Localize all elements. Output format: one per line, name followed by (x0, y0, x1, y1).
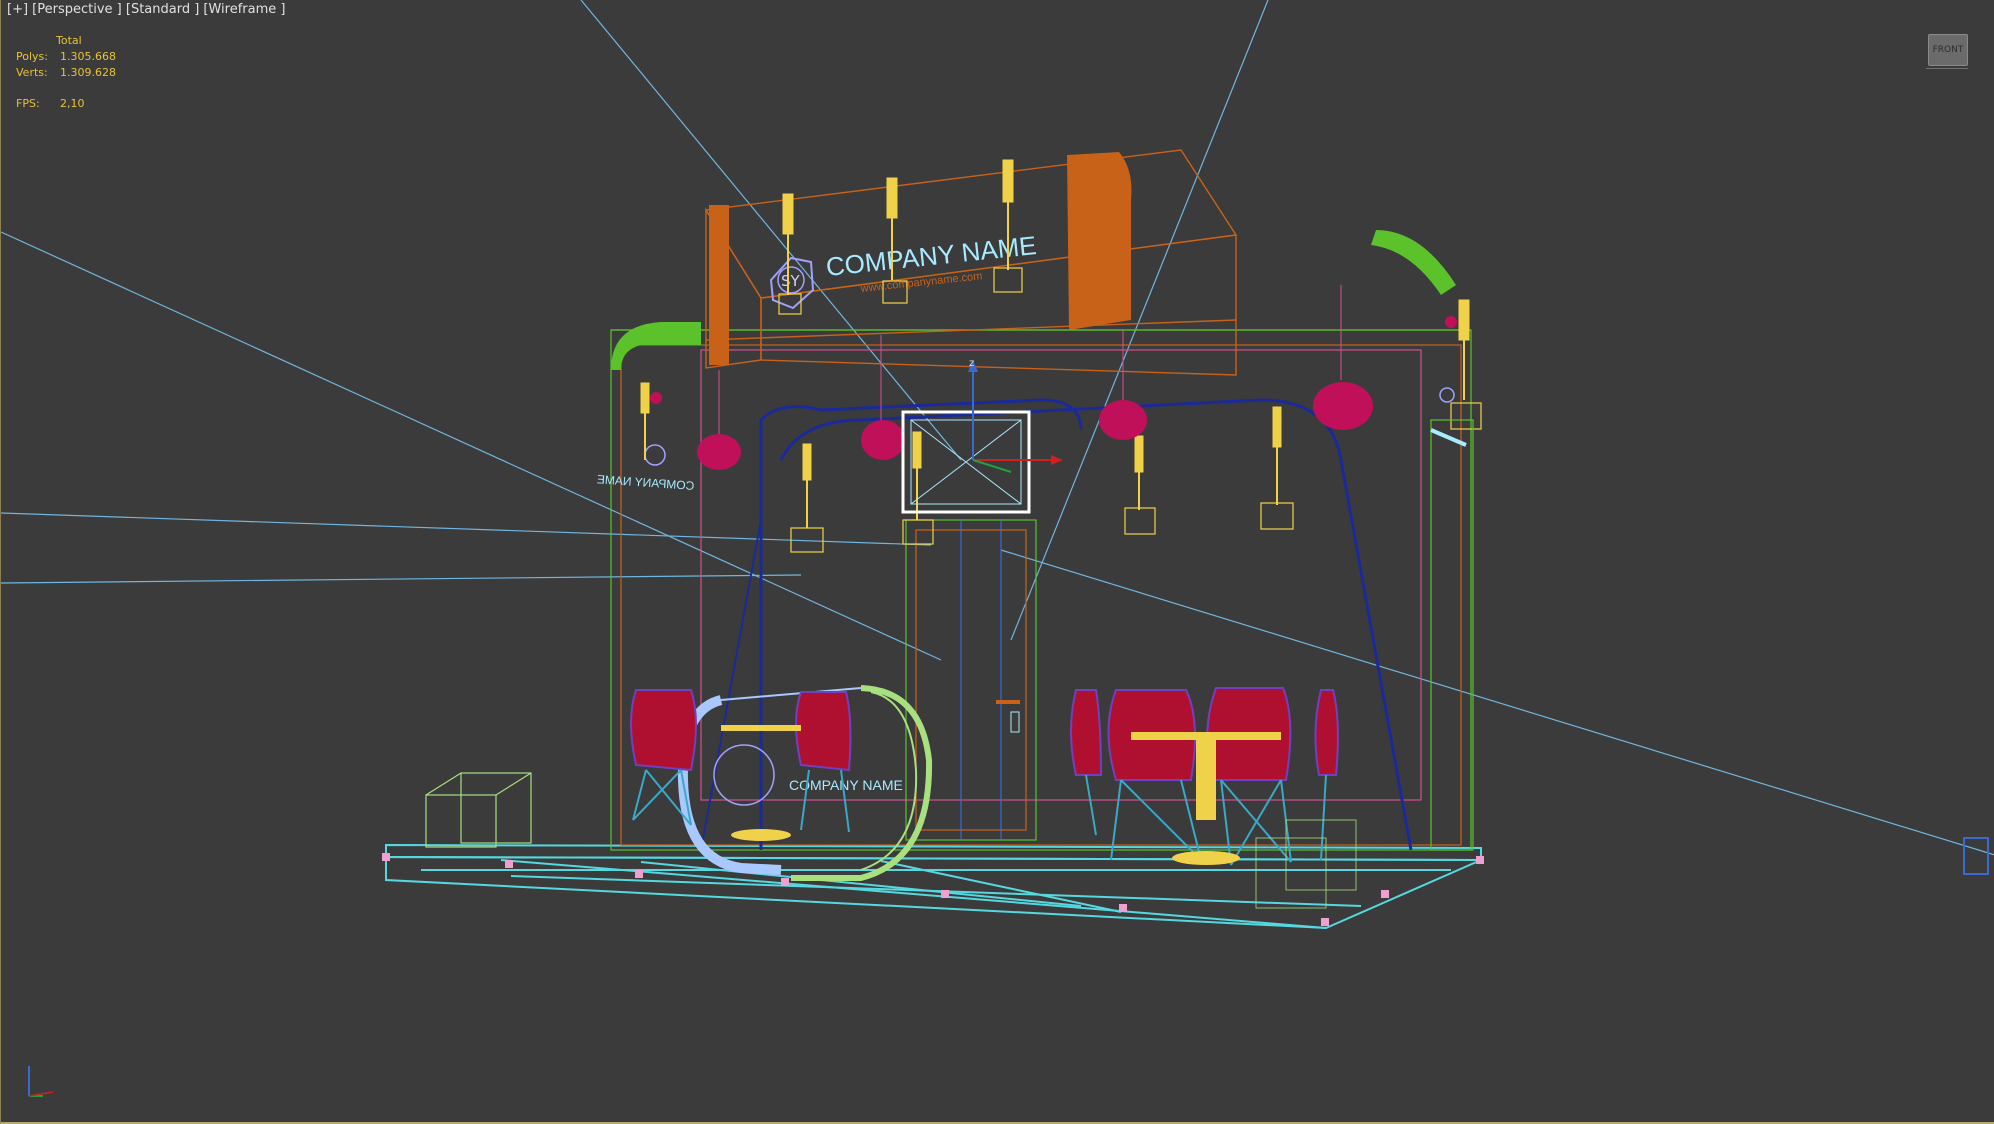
light-ray-lines (1, 0, 1994, 856)
gizmo-z-label: z (969, 358, 974, 369)
green-arch-right[interactable] (1371, 230, 1456, 295)
sign-company-name: COMPANY NAME (824, 230, 1037, 282)
tv-screen[interactable] (901, 410, 1031, 514)
orange-column-right[interactable] (1067, 152, 1132, 330)
booth-floor[interactable] (385, 843, 1482, 930)
sign-logo-text: SY (781, 272, 801, 290)
perspective-viewport[interactable]: [+] [Perspective ] [Standard ] [Wirefram… (0, 0, 1994, 1124)
door-lock (1010, 711, 1020, 733)
left-wall-logo (644, 444, 666, 466)
sign-logo: SY (769, 256, 815, 310)
light-target-box[interactable] (1963, 837, 1989, 875)
orange-column-left[interactable] (709, 205, 729, 365)
green-arch-left[interactable] (611, 322, 701, 370)
display-cubes-right[interactable] (1255, 819, 1357, 909)
right-wall-panel[interactable] (1430, 387, 1474, 851)
world-axis-icon (28, 1066, 54, 1097)
door-handle (996, 700, 1020, 704)
chairs-left[interactable] (630, 689, 852, 841)
display-cubes[interactable] (425, 772, 532, 848)
wireframe-scene[interactable]: SY COMPANY NAME www.companyname.com COMP… (1, 0, 1994, 1120)
